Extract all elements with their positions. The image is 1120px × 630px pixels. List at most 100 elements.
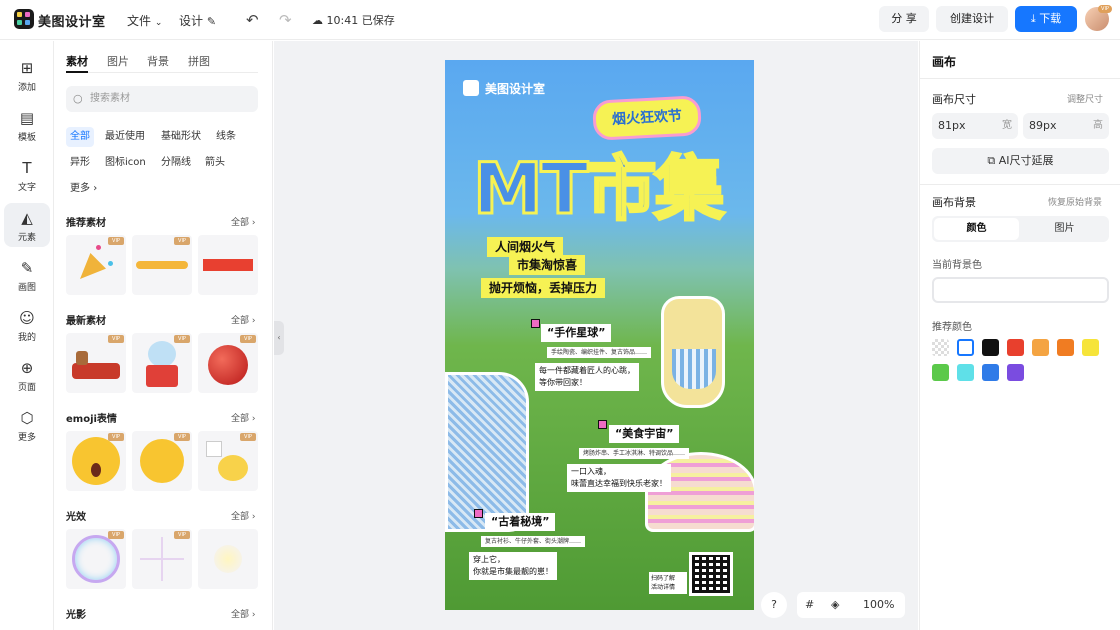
color-swatch[interactable] [982,339,999,356]
poster-subtitle-2: 市集淘惊喜 [509,255,586,275]
asset-party-popper[interactable]: VIP [66,235,126,295]
chip-all[interactable]: 全部 [66,127,94,147]
divider [920,184,1120,185]
qr-code [689,552,733,596]
chip-dividers[interactable]: 分隔线 [157,153,195,173]
undo-icon[interactable]: ↶ [246,11,259,29]
chip-more[interactable]: 更多 › [66,179,101,199]
vip-badge: VIP [174,335,190,343]
tab-backgrounds[interactable]: 背景 [147,53,169,69]
draw-icon: ✎ [20,259,34,277]
collapse-panel-toggle[interactable]: ‹ [274,321,284,355]
nav-item-text[interactable]: T 文字 [4,153,50,197]
seg-image[interactable]: 图片 [1022,218,1107,240]
nav-item-page[interactable]: ⊕ 页面 [4,353,50,397]
color-swatch[interactable] [1082,339,1099,356]
color-swatch[interactable] [957,364,974,381]
nav-item-template[interactable]: ▤ 模板 [4,103,50,147]
design-menu[interactable]: 设计 ✎ [179,12,216,29]
asset-sparkle[interactable]: VIP [132,529,192,589]
color-swatch[interactable] [982,364,999,381]
color-swatch[interactable] [1007,339,1024,356]
redo-icon[interactable]: ↷ [279,11,292,29]
chip-basic-shapes[interactable]: 基础形状 [157,127,205,147]
app-logo-icon[interactable] [14,9,34,29]
chip-arrows[interactable]: 箭头 [201,153,229,173]
nav-item-more[interactable]: ⬡ 更多 [4,403,50,447]
current-bg-color[interactable] [932,277,1109,303]
see-all-link[interactable]: 全部 › [231,411,255,424]
file-menu-label: 文件 [127,14,152,28]
tab-collage[interactable]: 拼图 [188,53,210,69]
poster-logo-icon [463,80,479,96]
poster-canvas[interactable]: 美图设计室 烟火狂欢节 MT市集 人间烟火气 市集淘惊喜 抛开烦恼，丢掉压力 “… [445,60,754,610]
avatar[interactable]: VIP [1085,5,1112,31]
asset-emoji-shocked[interactable]: VIP [66,431,126,491]
see-all-link[interactable]: 全部 › [231,215,255,228]
search-icon: ○ [73,92,83,105]
see-all-link[interactable]: 全部 › [231,607,255,620]
asset-red-apple[interactable]: VIP [198,333,258,393]
zoom-level[interactable]: 100% [863,592,894,618]
color-swatch[interactable] [932,339,949,356]
color-swatch[interactable] [957,339,974,356]
see-all-label: 全部 [231,414,250,424]
asset-emoji-chick[interactable]: VIP [198,431,258,491]
tab-materials[interactable]: 素材 [66,53,88,69]
block-1-para: 每一件都藏着匠人的心跳， 等你带回家！ [535,363,639,391]
divider [920,78,1120,79]
section-title: 光影 [66,610,86,621]
chip-more-label: 更多 [70,183,90,194]
block-2-line: 烤肠炸串、手工冰淇淋、特调饮品…… [579,448,690,459]
height-input[interactable]: 89px 高 [1023,113,1109,139]
download-button[interactable]: ⤓ 下载 [1015,6,1077,32]
nav-item-elements[interactable]: ◭ 元素 [4,203,50,247]
color-swatch[interactable] [932,364,949,381]
color-swatch[interactable] [1007,364,1024,381]
poster-shirt-illustration [445,372,529,532]
file-menu[interactable]: 文件 ⌄ [127,12,162,29]
asset-yellow-brush[interactable]: VIP [132,235,192,295]
search-input[interactable]: ○ 搜索素材 [66,86,258,112]
color-swatch[interactable] [1057,339,1074,356]
chip-icons[interactable]: 图标icon [101,153,150,173]
block-3-tag: “古着秘境” [485,513,556,531]
ai-extend-icon: ⧉ [987,154,996,167]
vip-badge: VIP [108,335,124,343]
nav-item-add[interactable]: ⊞ 添加 [4,53,50,97]
chip-lines[interactable]: 线条 [212,127,240,147]
chip-recent[interactable]: 最近使用 [101,127,149,147]
reset-bg-link[interactable]: 恢复原始背景 [1048,195,1102,208]
create-design-button[interactable]: 创建设计 [936,6,1008,32]
pink-marker [598,420,607,429]
edit-icon: ✎ [206,15,217,28]
see-all-link[interactable]: 全部 › [231,313,255,326]
asset-gift-globe[interactable]: VIP [132,333,192,393]
asset-glow[interactable] [198,529,258,589]
share-button[interactable]: 分 享 [879,6,929,32]
asset-bubble-ring[interactable]: VIP [66,529,126,589]
see-all-label: 全部 [231,512,250,522]
see-all-link[interactable]: 全部 › [231,509,255,522]
color-swatch[interactable] [1032,339,1049,356]
asset-red-bar[interactable] [198,235,258,295]
see-all-label: 全部 [231,316,250,326]
ai-extend-button[interactable]: ⧉ AI尺寸延展 [932,148,1109,174]
see-all-label: 全部 [231,610,250,620]
nav-item-mine[interactable]: ☺ 我的 [4,303,50,347]
nav-item-draw[interactable]: ✎ 画图 [4,253,50,297]
asset-emoji-thinking[interactable]: VIP [132,431,192,491]
width-input[interactable]: 81px 宽 [932,113,1018,139]
asset-reindeer-sleigh[interactable]: VIP [66,333,126,393]
grid-icon[interactable]: # [805,592,814,618]
width-value: 81px [938,119,966,132]
seg-color[interactable]: 颜色 [934,218,1019,240]
layers-icon[interactable]: ◈ [831,592,839,618]
tab-images[interactable]: 图片 [107,53,129,69]
width-unit: 宽 [1002,120,1012,131]
resize-link[interactable]: 调整尺寸 [1067,92,1103,105]
chip-irregular[interactable]: 异形 [66,153,94,173]
panel-title: 画布 [932,55,957,69]
block-1-tag: “手作星球” [541,324,612,342]
help-button[interactable]: ? [761,592,787,618]
